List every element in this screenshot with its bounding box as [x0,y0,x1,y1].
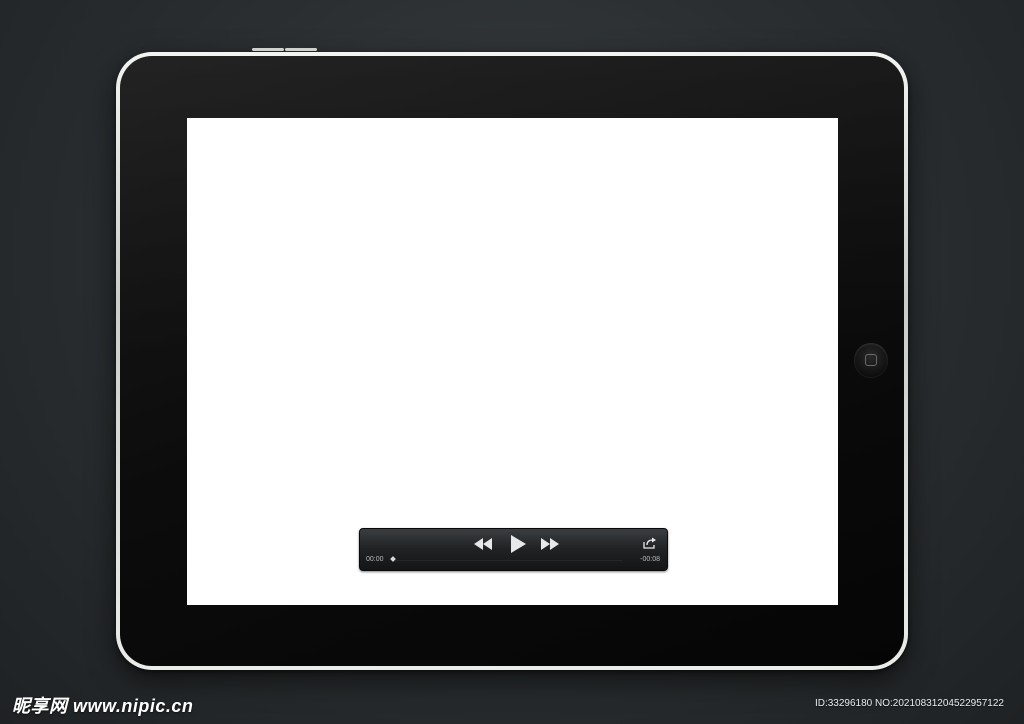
video-player-controls: 00:00 -00:08 [359,528,668,571]
volume-button[interactable] [252,48,284,51]
power-button[interactable] [285,48,317,51]
elapsed-time: 00:00 [366,556,384,563]
watermark-id: ID:33296180 NO:20210831204522957122 [814,698,1004,709]
scrubber-track[interactable] [393,560,623,561]
rewind-icon[interactable] [472,537,494,551]
watermark-logo: 昵享网 www.nipic.cn [12,696,194,716]
play-icon[interactable] [509,534,527,554]
home-button[interactable] [854,343,888,377]
share-icon[interactable] [643,537,657,549]
fast-forward-icon[interactable] [539,537,561,551]
home-button-icon [865,354,877,366]
remaining-time: -00:08 [640,556,660,563]
